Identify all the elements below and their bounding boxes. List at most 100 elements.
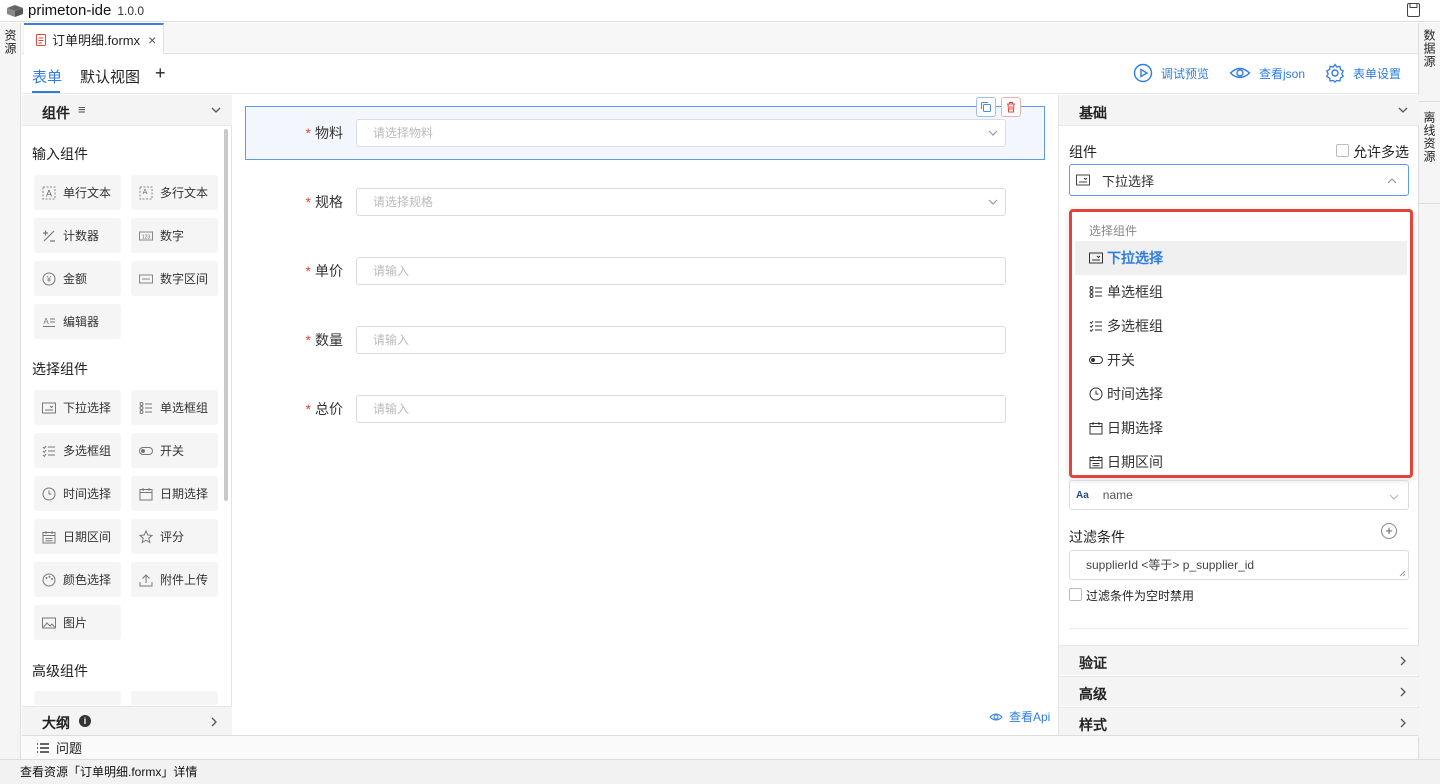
info-icon[interactable]: i	[79, 715, 91, 727]
palette-item-amount[interactable]: ¥ 金额	[34, 261, 121, 296]
palette-scrollbar[interactable]	[224, 129, 228, 501]
palette-item-number-range[interactable]: 数字区间	[131, 261, 218, 296]
image-icon	[42, 617, 56, 628]
validation-section-header[interactable]: 验证	[1059, 645, 1419, 675]
chevron-down-icon	[988, 199, 998, 205]
palette-header[interactable]: 组件 ≡	[22, 95, 232, 126]
advanced-section-title: 高级	[1079, 686, 1107, 702]
option-label: 下拉选择	[1107, 250, 1163, 266]
star-icon	[139, 529, 153, 544]
quantity-placeholder: 请输入	[373, 333, 410, 347]
title-bar: primeton-ide 1.0.0	[0, 0, 1440, 22]
resize-grip-icon[interactable]	[1398, 569, 1406, 577]
component-type-dropdown: 选择组件 下拉选择 单选框组 多选框组 开关 时间选择 日期选择 日期区间	[1069, 209, 1413, 478]
form-settings-button[interactable]: 表单设置	[1325, 63, 1401, 83]
palette-item-radio-group[interactable]: 单选框组	[131, 390, 218, 425]
spec-select[interactable]: 请选择规格	[356, 188, 1006, 216]
add-tab-button[interactable]: +	[155, 63, 166, 84]
app-logo-icon	[7, 4, 23, 17]
option-switch[interactable]: 开关	[1075, 343, 1407, 377]
resources-rail-tab[interactable]: 资源	[3, 29, 17, 55]
chevron-down-icon[interactable]	[210, 104, 222, 116]
view-api-link[interactable]: 查看Api	[989, 708, 1050, 725]
offline-resources-rail-tab[interactable]: 离线资源	[1422, 111, 1436, 163]
allow-multi-checkbox[interactable]	[1336, 144, 1349, 157]
disable-when-empty-label: 过滤条件为空时禁用	[1086, 589, 1195, 603]
editor-icon: A	[43, 317, 55, 327]
chevron-down-icon	[1398, 107, 1408, 113]
dropdown-group-label: 选择组件	[1089, 224, 1138, 238]
palette-item-image[interactable]: 图片	[34, 605, 121, 640]
component-label: 组件	[1069, 144, 1097, 160]
datasource-rail-tab[interactable]: 数据源	[1422, 29, 1436, 68]
clock-icon	[42, 487, 56, 500]
delete-field-button[interactable]	[1001, 97, 1021, 117]
add-filter-icon[interactable]: +	[1381, 523, 1397, 539]
advanced-section-header[interactable]: 高级	[1059, 676, 1419, 706]
option-date-picker[interactable]: 日期选择	[1075, 411, 1407, 445]
form-settings-label: 表单设置	[1353, 66, 1402, 81]
filter-condition-value: supplierId <等于> p_supplier_id	[1086, 558, 1255, 572]
palette-item-rating[interactable]: 评分	[131, 519, 218, 554]
view-json-button[interactable]: 查看json	[1229, 63, 1305, 83]
file-tab[interactable]: 订单明细.formx ×	[24, 23, 164, 54]
basic-section-title: 基础	[1079, 105, 1107, 121]
disable-when-empty-checkbox[interactable]	[1069, 588, 1082, 601]
palette-item-number[interactable]: 123 数字	[131, 218, 218, 253]
option-dropdown-select[interactable]: 下拉选择	[1075, 241, 1407, 275]
quantity-input[interactable]: 请输入	[356, 326, 1006, 354]
save-icon[interactable]	[1407, 3, 1420, 17]
component-type-select[interactable]: 下拉选择	[1069, 164, 1409, 196]
palette-item-partial	[34, 691, 121, 705]
palette-title: 组件	[42, 105, 70, 121]
group-select-title: 选择组件	[32, 361, 88, 377]
palette-item-multi-text[interactable]: A 多行文本	[131, 175, 218, 210]
palette-item-file-upload[interactable]: 附件上传	[131, 562, 218, 597]
total-input[interactable]: 请输入	[356, 395, 1006, 423]
debug-preview-button[interactable]: 调试预览	[1133, 63, 1209, 83]
palette-item-switch[interactable]: 开关	[131, 433, 218, 468]
palette-item-checkbox-group[interactable]: 多选框组	[34, 433, 121, 468]
debug-preview-label: 调试预览	[1161, 66, 1210, 81]
palette-item-dropdown[interactable]: 下拉选择	[34, 390, 121, 425]
gear-icon	[1325, 63, 1345, 83]
palette-item-label: 下拉选择	[63, 401, 112, 415]
component-palette: 组件 ≡ 输入组件 A 单行文本 A 多行文本 计数器 123 数字 ¥ 金额 …	[22, 95, 232, 735]
unit-price-input[interactable]: 请输入	[356, 257, 1006, 285]
option-time-picker[interactable]: 时间选择	[1075, 377, 1407, 411]
palette-item-label: 数字	[160, 229, 185, 243]
currency-icon: ¥	[42, 272, 56, 285]
palette-item-date-picker[interactable]: 日期选择	[131, 476, 218, 511]
eye-icon	[989, 713, 1003, 720]
display-field-select[interactable]: Aa name	[1069, 480, 1409, 510]
svg-text:¥: ¥	[46, 275, 52, 284]
counter-icon	[43, 230, 55, 242]
palette-item-label: 单选框组	[160, 401, 209, 415]
palette-item-color-picker[interactable]: 颜色选择	[34, 562, 121, 597]
palette-item-counter[interactable]: 计数器	[34, 218, 121, 253]
style-section-header[interactable]: 样式	[1059, 707, 1419, 737]
palette-item-single-text[interactable]: A 单行文本	[34, 175, 121, 210]
filter-condition-textarea[interactable]: supplierId <等于> p_supplier_id	[1069, 550, 1409, 580]
toggle-icon	[139, 446, 153, 455]
textarea-icon: A	[139, 186, 153, 199]
field-label-text: 总价	[315, 401, 343, 417]
option-checkbox-group[interactable]: 多选框组	[1075, 309, 1407, 343]
palette-item-label: 多选框组	[63, 444, 112, 458]
outline-section[interactable]: 大纲 i	[22, 706, 232, 735]
menu-icon[interactable]: ≡	[78, 102, 86, 117]
option-date-range[interactable]: 日期区间	[1075, 445, 1407, 479]
palette-item-time-picker[interactable]: 时间选择	[34, 476, 121, 511]
palette-item-label: 金额	[63, 272, 88, 286]
close-icon[interactable]: ×	[148, 32, 156, 48]
copy-field-button[interactable]	[976, 97, 996, 117]
option-radio-group[interactable]: 单选框组	[1075, 275, 1407, 309]
tab-form[interactable]: 表单	[32, 66, 62, 87]
palette-item-date-range[interactable]: 日期区间	[34, 519, 121, 554]
material-select[interactable]: 请选择物料	[356, 119, 1006, 147]
display-field-value: name	[1102, 488, 1133, 502]
palette-item-editor[interactable]: A 编辑器	[34, 304, 121, 339]
basic-section-header[interactable]: 基础	[1059, 95, 1419, 126]
tab-default-view[interactable]: 默认视图	[80, 66, 140, 87]
problems-bar[interactable]: 问题	[22, 735, 1418, 759]
